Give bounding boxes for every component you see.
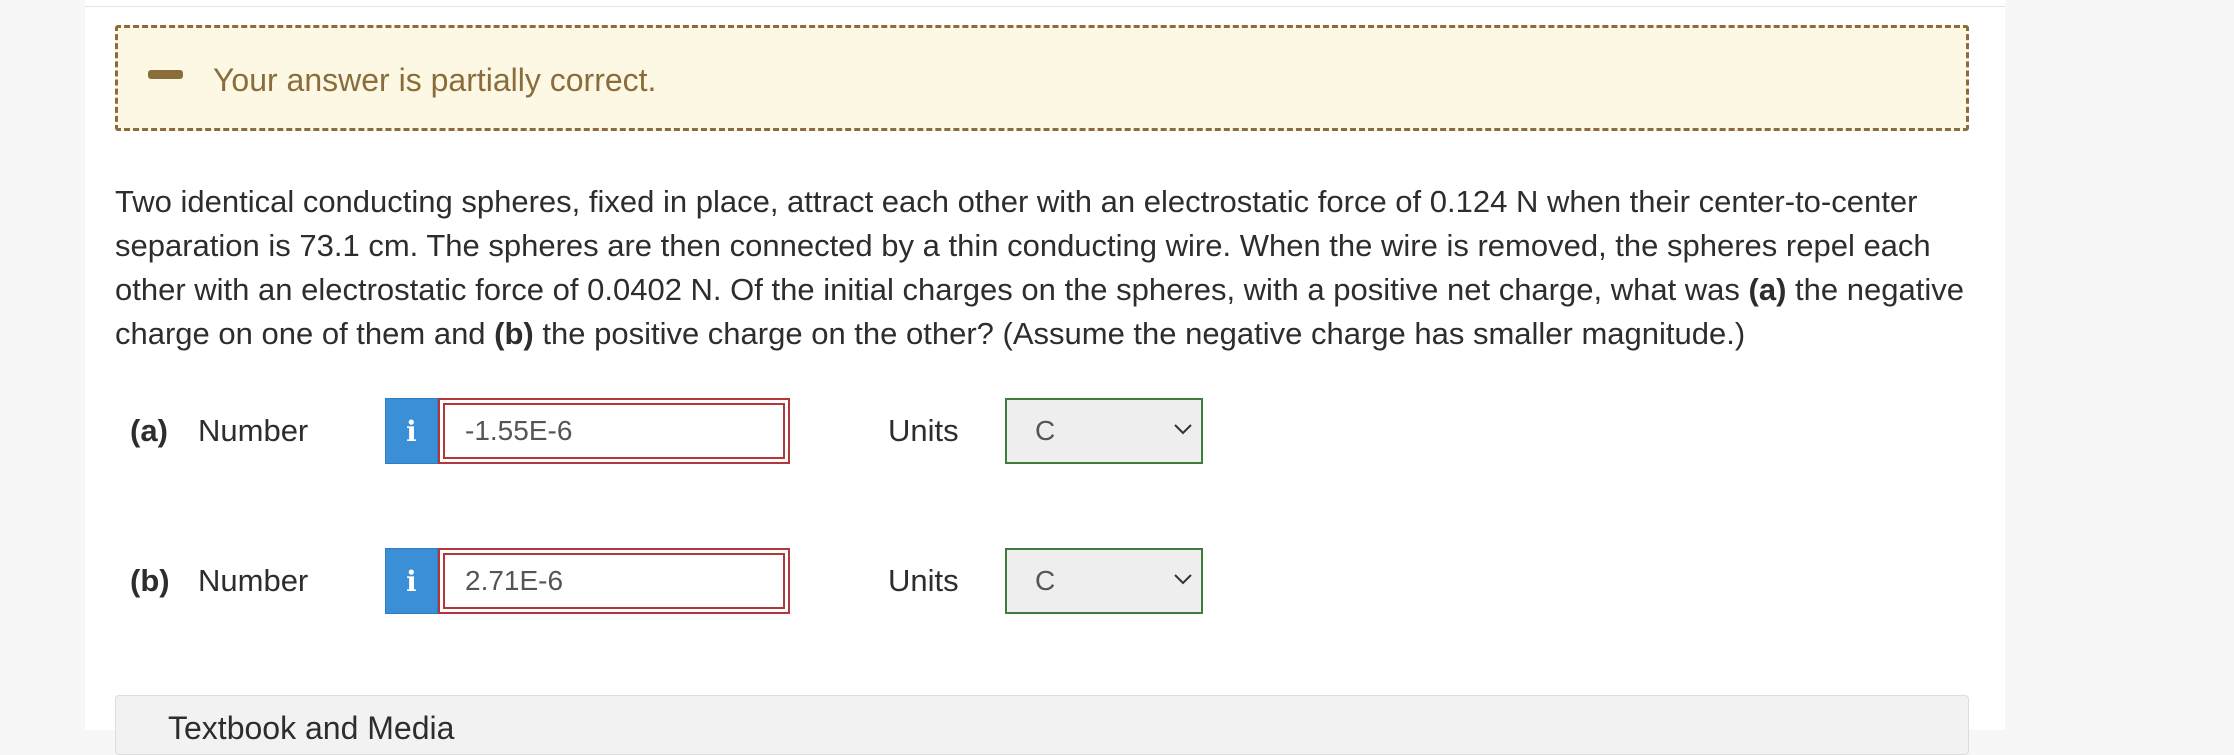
answer-row-b: (b) Number i 2.71E-6 Units C [115,548,1203,614]
minus-icon [148,70,183,79]
question-part-b-label: (b) [494,316,534,351]
question-text: Two identical conducting spheres, fixed … [115,180,1995,356]
question-text-part-3: the positive charge on the other? (Assum… [533,316,1746,351]
units-selected-value: C [1035,415,1056,446]
answer-row-a: (a) Number i -1.55E-6 Units C [115,398,1203,464]
divider [85,6,2005,7]
question-text-part-1: Two identical conducting spheres, fixed … [115,184,1931,307]
units-selected-value: C [1035,565,1056,596]
answer-value[interactable]: -1.55E-6 [443,403,785,459]
units-select-b[interactable]: C [1005,548,1203,614]
chevron-down-icon [1174,574,1192,585]
number-label: Number [198,563,309,598]
units-label: Units [888,563,959,598]
textbook-media-panel[interactable]: Textbook and Media [115,695,1969,755]
question-part-a-label: (a) [1748,272,1787,307]
answer-input-a[interactable]: -1.55E-6 [438,398,790,464]
chevron-down-icon [1174,424,1192,435]
units-label: Units [888,413,959,448]
textbook-media-label: Textbook and Media [168,710,455,746]
units-select-a[interactable]: C [1005,398,1203,464]
feedback-banner: Your answer is partially correct. [115,25,1969,131]
number-label: Number [198,413,309,448]
question-panel: Your answer is partially correct. Two id… [85,0,2005,755]
info-icon[interactable]: i [385,548,438,614]
part-label: (b) [130,563,170,598]
info-icon[interactable]: i [385,398,438,464]
part-label: (a) [130,413,168,448]
feedback-message: Your answer is partially correct. [213,62,657,98]
answer-value[interactable]: 2.71E-6 [443,553,785,609]
answer-input-b[interactable]: 2.71E-6 [438,548,790,614]
